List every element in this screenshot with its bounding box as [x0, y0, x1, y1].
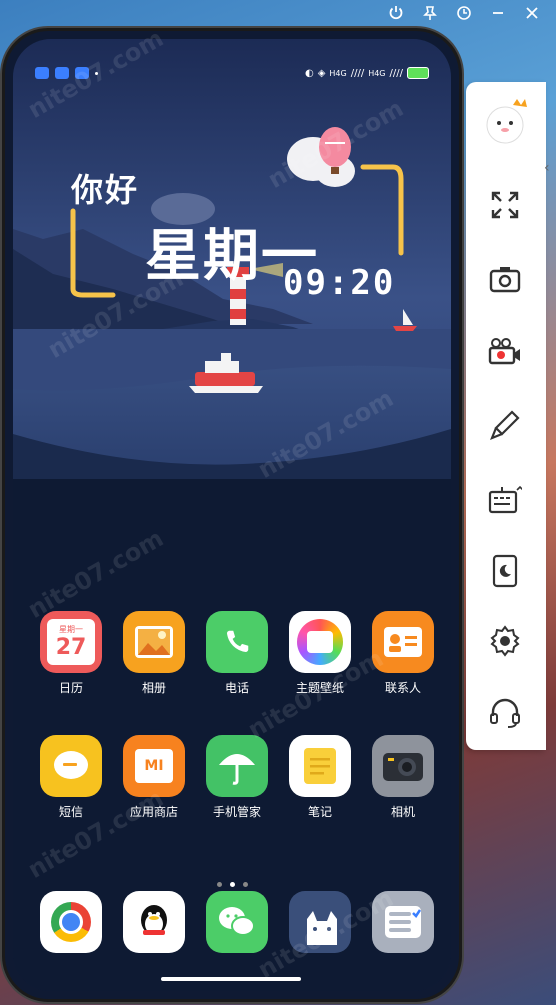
security-icon	[206, 735, 268, 797]
dock-cat-app[interactable]	[280, 891, 360, 953]
app-store[interactable]: MI 应用商店	[114, 735, 194, 820]
app-phone[interactable]: 电话	[197, 611, 277, 696]
app-label: 手机管家	[212, 805, 261, 819]
app-label: 短信	[58, 805, 83, 819]
fullscreen-icon[interactable]	[482, 182, 528, 228]
dock-chrome[interactable]	[31, 891, 111, 953]
phone-screen[interactable]: ◐ ◈ H4G //// H4G //// 你好 星期一 09:20 星期一 2…	[13, 39, 451, 991]
checklist-icon	[372, 891, 434, 953]
theme-icon	[289, 611, 351, 673]
app-label: 应用商店	[129, 805, 178, 819]
pin-icon[interactable]	[420, 3, 440, 23]
message-icon	[40, 735, 102, 797]
close-icon[interactable]	[522, 3, 542, 23]
app-label: 主题壁纸	[295, 681, 344, 695]
page-dot[interactable]	[217, 882, 222, 887]
store-mark: MI	[135, 749, 173, 783]
wechat-icon	[206, 891, 268, 953]
app-theme[interactable]: 主题壁纸	[280, 611, 360, 696]
app-label: 相机	[390, 805, 415, 819]
app-contacts[interactable]: 联系人	[363, 611, 443, 696]
app-label: 电话	[224, 681, 249, 695]
avatar[interactable]	[482, 96, 532, 146]
power-icon[interactable]	[386, 3, 406, 23]
calendar-weekday: 星期一	[59, 625, 83, 634]
calendar-icon: 星期一 27	[40, 611, 102, 673]
store-icon: MI	[123, 735, 185, 797]
app-notes[interactable]: 笔记	[280, 735, 360, 820]
dock-wechat[interactable]	[197, 891, 277, 953]
dock-qq[interactable]	[114, 891, 194, 953]
page-dot-active[interactable]	[230, 882, 235, 887]
app-label: 联系人	[384, 681, 421, 695]
settings-icon[interactable]	[482, 618, 528, 664]
page-indicator[interactable]	[217, 882, 248, 887]
screenshot-icon[interactable]	[482, 256, 528, 302]
record-icon[interactable]	[482, 328, 528, 374]
app-label: 相册	[141, 681, 166, 695]
headset-icon[interactable]	[482, 690, 528, 736]
collapse-chevron-icon[interactable]: ‹	[544, 160, 556, 190]
app-messages[interactable]: 短信	[31, 735, 111, 820]
window-controls	[386, 0, 556, 26]
phone-moon-icon[interactable]	[482, 548, 528, 594]
gallery-icon	[123, 611, 185, 673]
phone-frame: ◐ ◈ H4G //// H4G //// 你好 星期一 09:20 星期一 2…	[2, 28, 462, 1002]
app-grid: 星期一 27 日历 相册 电话 主题壁纸 联系人 短信 MI 应用商店 手机管家…	[13, 39, 451, 991]
app-gallery[interactable]: 相册	[114, 611, 194, 696]
minimize-icon[interactable]	[488, 3, 508, 23]
notes-icon	[289, 735, 351, 797]
brush-icon[interactable]	[482, 402, 528, 448]
qq-icon	[123, 891, 185, 953]
page-dot[interactable]	[243, 882, 248, 887]
camera-icon	[372, 735, 434, 797]
side-toolbar	[466, 82, 546, 750]
contacts-icon	[372, 611, 434, 673]
app-security[interactable]: 手机管家	[197, 735, 277, 820]
calendar-date: 27	[55, 635, 87, 660]
cat-app-icon	[289, 891, 351, 953]
app-label: 笔记	[307, 805, 332, 819]
app-camera[interactable]: 相机	[363, 735, 443, 820]
app-label: 日历	[58, 681, 83, 695]
app-calendar[interactable]: 星期一 27 日历	[31, 611, 111, 696]
home-indicator[interactable]	[161, 977, 301, 981]
clock-icon[interactable]	[454, 3, 474, 23]
phone-icon	[206, 611, 268, 673]
chrome-icon	[40, 891, 102, 953]
dock-checklist[interactable]	[363, 891, 443, 953]
keyboard-icon[interactable]	[482, 476, 528, 522]
